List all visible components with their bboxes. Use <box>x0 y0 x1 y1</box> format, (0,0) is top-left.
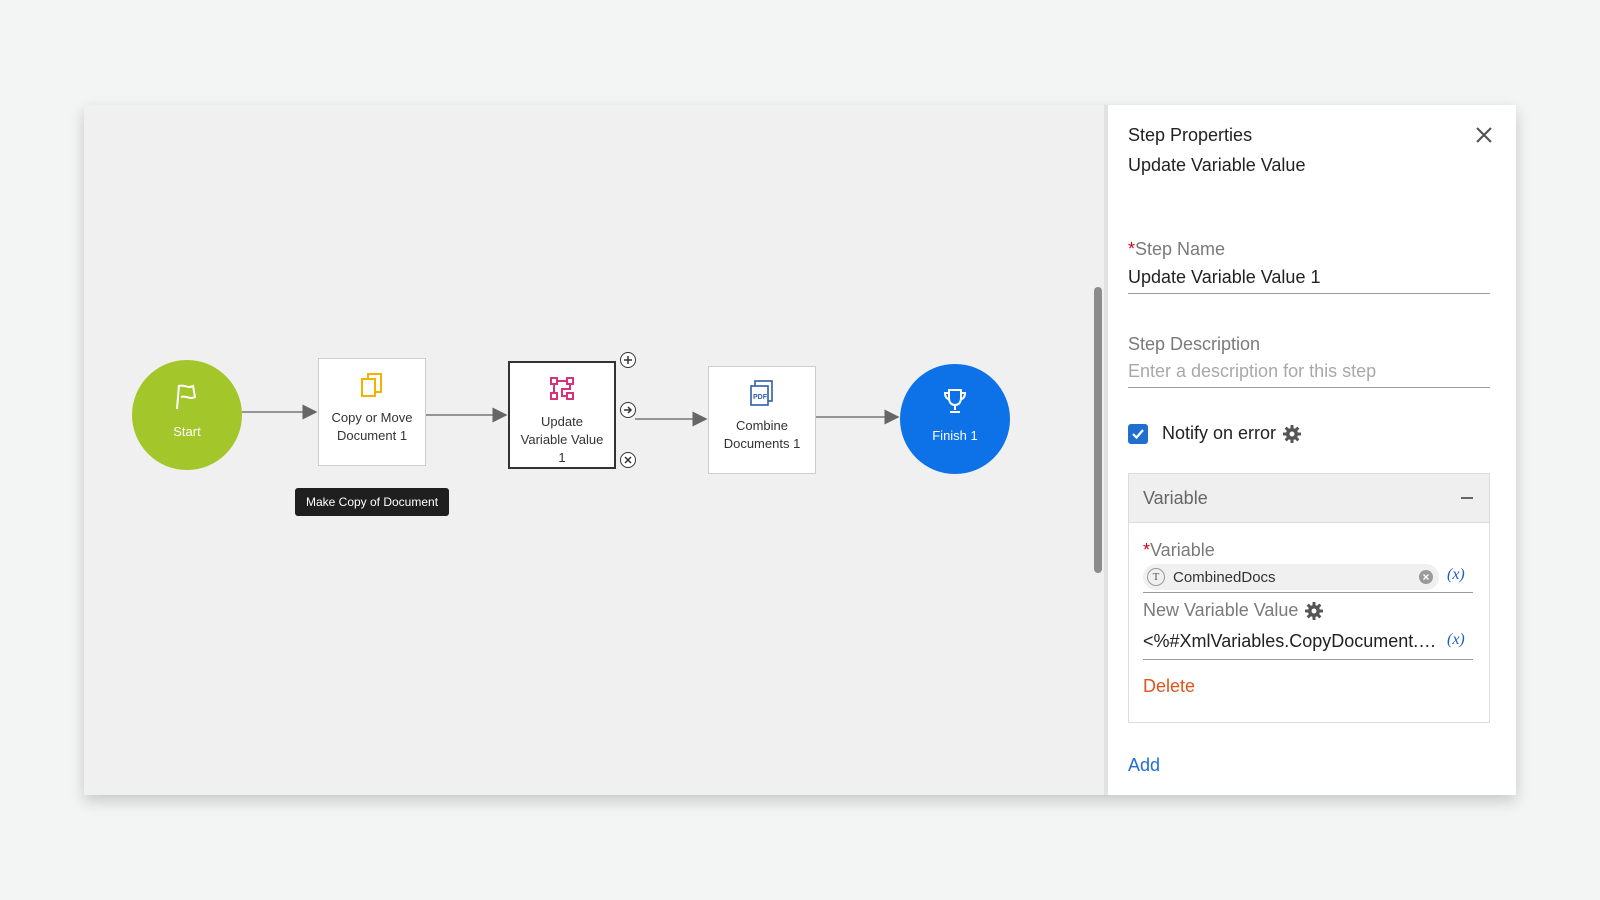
step-name-label: *Step Name <box>1128 239 1226 259</box>
start-node-label: Start <box>173 423 201 439</box>
update-variable-value-node[interactable]: Update Variable Value 1 <box>508 361 616 469</box>
next-step-button[interactable] <box>620 402 636 418</box>
panel-subtitle: Update Variable Value <box>1128 155 1306 175</box>
combine-documents-node[interactable]: PDF Combine Documents 1 <box>708 366 816 474</box>
variable-section-header[interactable]: Variable <box>1129 474 1489 523</box>
gear-icon[interactable] <box>1282 424 1302 444</box>
node-tooltip: Make Copy of Document <box>295 488 449 516</box>
new-variable-value-label: New Variable Value <box>1143 600 1324 621</box>
arrow-right-icon <box>624 406 633 414</box>
variable-section-title: Variable <box>1143 487 1208 508</box>
add-branch-button[interactable] <box>620 352 636 368</box>
step-properties-panel: Step Properties Update Variable Value *S… <box>1108 105 1516 795</box>
svg-text:PDF: PDF <box>753 394 768 401</box>
variable-picker-icon[interactable]: (x) <box>1447 566 1465 584</box>
combine-node-label: Combine Documents 1 <box>723 418 801 451</box>
value-picker-icon[interactable]: (x) <box>1447 631 1465 649</box>
variable-chip[interactable]: T CombinedDocs <box>1143 564 1439 590</box>
close-icon <box>1476 127 1492 143</box>
required-marker: * <box>1128 239 1136 259</box>
variable-select[interactable]: T CombinedDocs (x) <box>1143 564 1473 593</box>
required-marker: * <box>1143 540 1151 560</box>
workflow-canvas[interactable]: Start Copy or Move Document 1 Make Copy … <box>84 105 1090 795</box>
start-node[interactable]: Start <box>132 360 242 470</box>
scrollbar-thumb[interactable] <box>1094 287 1102 573</box>
remove-step-button[interactable] <box>620 452 636 468</box>
text-type-icon: T <box>1147 568 1165 586</box>
finish-node-label: Finish 1 <box>932 427 978 443</box>
notify-on-error-label: Notify on error <box>1162 423 1277 443</box>
update-node-label: Update Variable Value 1 <box>520 414 604 465</box>
trophy-icon <box>942 386 968 416</box>
clear-icon[interactable] <box>1419 570 1433 584</box>
gear-icon[interactable] <box>1304 601 1324 621</box>
delete-variable-link[interactable]: Delete <box>1143 676 1195 697</box>
add-variable-link[interactable]: Add <box>1128 755 1160 776</box>
update-variable-icon <box>548 375 576 403</box>
step-description-input[interactable] <box>1128 361 1490 388</box>
close-icon <box>624 456 632 464</box>
pdf-icon: PDF <box>748 379 776 407</box>
finish-node[interactable]: Finish 1 <box>900 364 1010 474</box>
copy-or-move-document-node[interactable]: Copy or Move Document 1 <box>318 358 426 466</box>
copy-document-icon <box>358 371 386 399</box>
flag-icon <box>174 382 200 412</box>
variable-label: *Variable <box>1143 540 1215 560</box>
panel-title: Step Properties <box>1128 125 1253 145</box>
step-description-label: Step Description <box>1128 334 1261 354</box>
collapse-icon[interactable] <box>1461 497 1473 499</box>
workflow-designer-window: Start Copy or Move Document 1 Make Copy … <box>84 105 1516 795</box>
checkmark-icon <box>1132 428 1144 439</box>
variable-section: Variable *Variable T CombinedDocs (x) Ne… <box>1128 473 1490 723</box>
new-variable-value-text[interactable]: <%#XmlVariables.CopyDocument.Tree.Value%… <box>1143 631 1439 652</box>
notify-on-error-row: Notify on error <box>1128 423 1302 444</box>
new-variable-value-field[interactable]: <%#XmlVariables.CopyDocument.Tree.Value%… <box>1143 631 1473 660</box>
close-panel-button[interactable] <box>1472 123 1496 147</box>
plus-icon <box>624 356 632 364</box>
notify-on-error-checkbox[interactable] <box>1128 423 1148 444</box>
variable-chip-label: CombinedDocs <box>1173 568 1276 586</box>
canvas-scrollbar[interactable] <box>1090 105 1104 795</box>
copy-node-label: Copy or Move Document 1 <box>331 410 413 443</box>
step-name-field[interactable]: Update Variable Value 1 <box>1128 267 1490 294</box>
